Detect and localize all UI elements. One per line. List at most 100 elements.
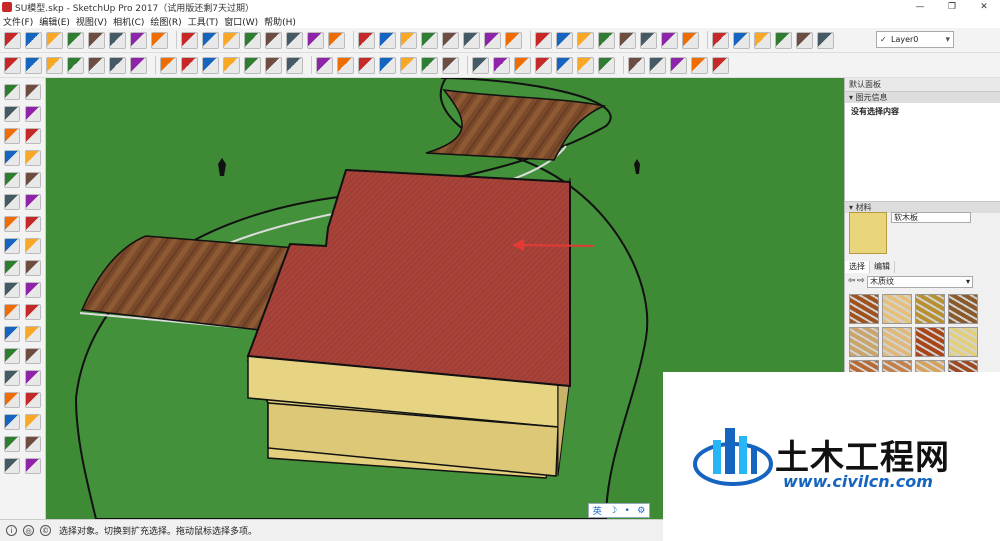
home-icon[interactable]: ⇨ bbox=[857, 276, 865, 286]
tape-measure-icon[interactable] bbox=[4, 304, 20, 320]
zoom-extents-icon[interactable] bbox=[4, 414, 20, 430]
ruby-icon[interactable] bbox=[421, 56, 438, 74]
hidden-line-icon[interactable] bbox=[514, 56, 531, 74]
tab-select[interactable]: 选择 bbox=[845, 261, 870, 273]
scale-icon[interactable] bbox=[379, 31, 396, 49]
info-icon[interactable]: i bbox=[6, 525, 17, 536]
top-view-icon[interactable] bbox=[628, 56, 645, 74]
maximize-button[interactable]: ❐ bbox=[936, 0, 968, 14]
pan-icon[interactable] bbox=[286, 56, 303, 74]
polygon-icon[interactable] bbox=[202, 31, 219, 49]
rotated-rectangle-icon[interactable] bbox=[151, 31, 168, 49]
move-icon[interactable] bbox=[130, 56, 147, 74]
push-pull-icon[interactable] bbox=[25, 238, 41, 254]
rotate-icon[interactable] bbox=[328, 31, 345, 49]
front-view-icon[interactable] bbox=[649, 56, 666, 74]
pencil-icon[interactable] bbox=[4, 128, 20, 144]
position-camera-icon[interactable] bbox=[712, 31, 729, 49]
material-swatch[interactable] bbox=[915, 294, 945, 324]
walk-icon[interactable] bbox=[4, 458, 20, 474]
extension-icon[interactable] bbox=[400, 56, 417, 74]
rotate-icon[interactable] bbox=[4, 260, 20, 276]
layer-dropdown[interactable]: ✓ Layer0 bbox=[876, 31, 954, 48]
text-icon[interactable] bbox=[223, 56, 240, 74]
circle-icon[interactable] bbox=[181, 31, 198, 49]
three-point-arc-icon[interactable] bbox=[265, 31, 282, 49]
follow-me-icon[interactable] bbox=[358, 31, 375, 49]
polygon-icon[interactable] bbox=[25, 172, 41, 188]
settings-icon[interactable]: ⚙ bbox=[637, 506, 645, 516]
offset-icon[interactable] bbox=[400, 31, 417, 49]
material-swatch[interactable] bbox=[948, 327, 978, 357]
zoom-icon[interactable] bbox=[316, 56, 333, 74]
position-camera-icon[interactable] bbox=[4, 436, 20, 452]
pie-icon[interactable] bbox=[25, 216, 41, 232]
dimension-icon[interactable] bbox=[463, 31, 480, 49]
back-view-icon[interactable] bbox=[691, 56, 708, 74]
select-icon[interactable] bbox=[4, 56, 21, 74]
pencil-icon[interactable] bbox=[46, 56, 63, 74]
warehouse-icon[interactable] bbox=[358, 56, 375, 74]
eraser-icon[interactable] bbox=[67, 31, 84, 49]
tab-edit[interactable]: 编辑 bbox=[870, 261, 895, 273]
punctuation-icon[interactable]: • bbox=[625, 506, 630, 516]
text-icon[interactable] bbox=[25, 326, 41, 342]
previous-view-icon[interactable] bbox=[682, 31, 699, 49]
rectangle-icon[interactable] bbox=[130, 31, 147, 49]
look-around-icon[interactable] bbox=[733, 31, 750, 49]
move-icon[interactable] bbox=[307, 31, 324, 49]
protractor-icon[interactable] bbox=[4, 326, 20, 342]
section-plane-icon[interactable] bbox=[25, 458, 41, 474]
wireframe-icon[interactable] bbox=[493, 56, 510, 74]
shaded-icon[interactable] bbox=[535, 56, 552, 74]
circle-icon[interactable] bbox=[4, 172, 20, 188]
rotated-rectangle-icon[interactable] bbox=[25, 150, 41, 166]
axes-icon[interactable] bbox=[4, 348, 20, 364]
zoom-extents-icon[interactable] bbox=[661, 31, 678, 49]
pan-icon[interactable] bbox=[25, 370, 41, 386]
geo-location-icon[interactable]: ◎ bbox=[23, 525, 34, 536]
push-pull-icon[interactable] bbox=[421, 31, 438, 49]
rectangle-icon[interactable] bbox=[88, 56, 105, 74]
display-section-icon[interactable] bbox=[796, 31, 813, 49]
material-preview[interactable] bbox=[849, 212, 887, 254]
two-point-arc-icon[interactable] bbox=[244, 31, 261, 49]
pan-icon[interactable] bbox=[598, 31, 615, 49]
pencil-icon[interactable] bbox=[88, 31, 105, 49]
push-pull-icon[interactable] bbox=[109, 56, 126, 74]
zoom-window-icon[interactable] bbox=[25, 392, 41, 408]
menu-edit[interactable]: 编辑(E) bbox=[36, 15, 73, 28]
line-icon[interactable] bbox=[25, 128, 41, 144]
line-icon[interactable] bbox=[109, 31, 126, 49]
material-swatch[interactable] bbox=[882, 327, 912, 357]
orbit-icon[interactable] bbox=[4, 370, 20, 386]
menu-camera[interactable]: 相机(C) bbox=[110, 15, 147, 28]
credits-icon[interactable]: © bbox=[40, 525, 51, 536]
menu-draw[interactable]: 绘图(R) bbox=[147, 15, 184, 28]
menu-view[interactable]: 视图(V) bbox=[73, 15, 110, 28]
paint-icon[interactable] bbox=[244, 56, 261, 74]
text-icon[interactable] bbox=[505, 31, 522, 49]
protractor-icon[interactable] bbox=[484, 31, 501, 49]
arc-icon[interactable] bbox=[223, 31, 240, 49]
axes-icon[interactable] bbox=[535, 31, 552, 49]
scale-icon[interactable] bbox=[4, 282, 20, 298]
moon-icon[interactable]: ☽ bbox=[609, 506, 617, 516]
walk-icon[interactable] bbox=[754, 31, 771, 49]
arc-icon[interactable] bbox=[67, 56, 84, 74]
entity-info-header[interactable]: ▾ 图元信息 bbox=[845, 91, 1000, 103]
arc-icon[interactable] bbox=[4, 194, 20, 210]
minimize-button[interactable]: — bbox=[904, 0, 936, 14]
follow-me-icon[interactable] bbox=[25, 260, 41, 276]
paint-bucket-icon[interactable] bbox=[4, 106, 20, 122]
menu-help[interactable]: 帮助(H) bbox=[261, 15, 299, 28]
offset-icon[interactable] bbox=[25, 282, 41, 298]
xray-icon[interactable] bbox=[442, 56, 459, 74]
ime-bar[interactable]: 英 ☽ • ⚙ bbox=[588, 503, 650, 518]
material-swatch[interactable] bbox=[849, 294, 879, 324]
move-icon[interactable] bbox=[4, 238, 20, 254]
monochrome-icon[interactable] bbox=[577, 56, 594, 74]
eraser-icon[interactable] bbox=[25, 106, 41, 122]
material-swatch[interactable] bbox=[948, 294, 978, 324]
library-dropdown[interactable]: 木质纹 bbox=[867, 276, 973, 288]
